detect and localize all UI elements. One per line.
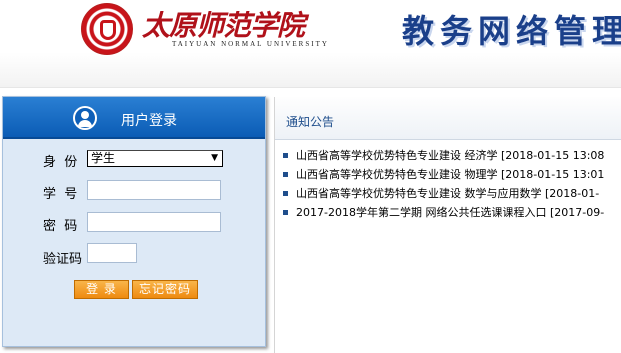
square-bullet-icon (283, 171, 288, 177)
square-bullet-icon (283, 152, 288, 158)
school-seal-logo (81, 3, 133, 55)
page-header: 太原师范学院 TAIYUAN NORMAL UNIVERSITY 教务网络管理 (0, 0, 621, 88)
identity-label: 身 份 (43, 155, 78, 170)
login-panel: 用户登录 身 份 学生 ▼ 学 号 密 码 验证码 登 录 忘记密码 (2, 96, 266, 347)
square-bullet-icon (283, 209, 288, 215)
system-title: 教务网络管理 (402, 12, 621, 50)
square-bullet-icon (283, 190, 288, 196)
forgot-password-button[interactable]: 忘记密码 (132, 280, 198, 299)
login-button[interactable]: 登 录 (74, 280, 129, 299)
user-circle-icon (73, 106, 97, 130)
chevron-down-icon[interactable]: ▼ (211, 151, 218, 166)
password-input[interactable] (87, 212, 221, 232)
notice-item[interactable]: 山西省高等学校优势特色专业建设 物理学 [2018-01-15 13:01 (283, 166, 621, 184)
school-name-cn: 太原师范学院 (142, 9, 305, 42)
notice-panel: 通知公告 山西省高等学校优势特色专业建设 经济学 [2018-01-15 13:… (274, 97, 621, 353)
notice-item[interactable]: 山西省高等学校优势特色专业建设 数学与应用数学 [2018-01- (283, 185, 621, 203)
password-label: 密 码 (43, 219, 78, 234)
notice-item-text[interactable]: 山西省高等学校优势特色专业建设 数学与应用数学 [2018-01- (296, 187, 599, 200)
captcha-input[interactable] (87, 243, 137, 263)
notice-item[interactable]: 山西省高等学校优势特色专业建设 经济学 [2018-01-15 13:08 (283, 147, 621, 165)
student-id-input[interactable] (87, 180, 221, 200)
login-title: 用户登录 (121, 113, 177, 129)
school-name-en: TAIYUAN NORMAL UNIVERSITY (172, 40, 329, 48)
notice-item-text[interactable]: 山西省高等学校优势特色专业建设 物理学 [2018-01-15 13:01 (296, 168, 604, 181)
notice-item-text[interactable]: 山西省高等学校优势特色专业建设 经济学 [2018-01-15 13:08 (296, 149, 604, 162)
identity-select-value: 学生 (91, 151, 116, 165)
captcha-label: 验证码 (43, 252, 83, 267)
notice-title: 通知公告 (286, 115, 335, 129)
notice-header: 通知公告 (275, 97, 621, 140)
notice-item[interactable]: 2017-2018学年第二学期 网络公共任选课课程入口 [2017-09- (283, 204, 621, 222)
student-id-label: 学 号 (43, 187, 78, 202)
notice-item-text[interactable]: 2017-2018学年第二学期 网络公共任选课课程入口 [2017-09- (296, 206, 604, 219)
seal-emblem-icon (100, 20, 116, 40)
login-header: 用户登录 (3, 97, 265, 139)
identity-select[interactable]: 学生 ▼ (87, 150, 223, 167)
